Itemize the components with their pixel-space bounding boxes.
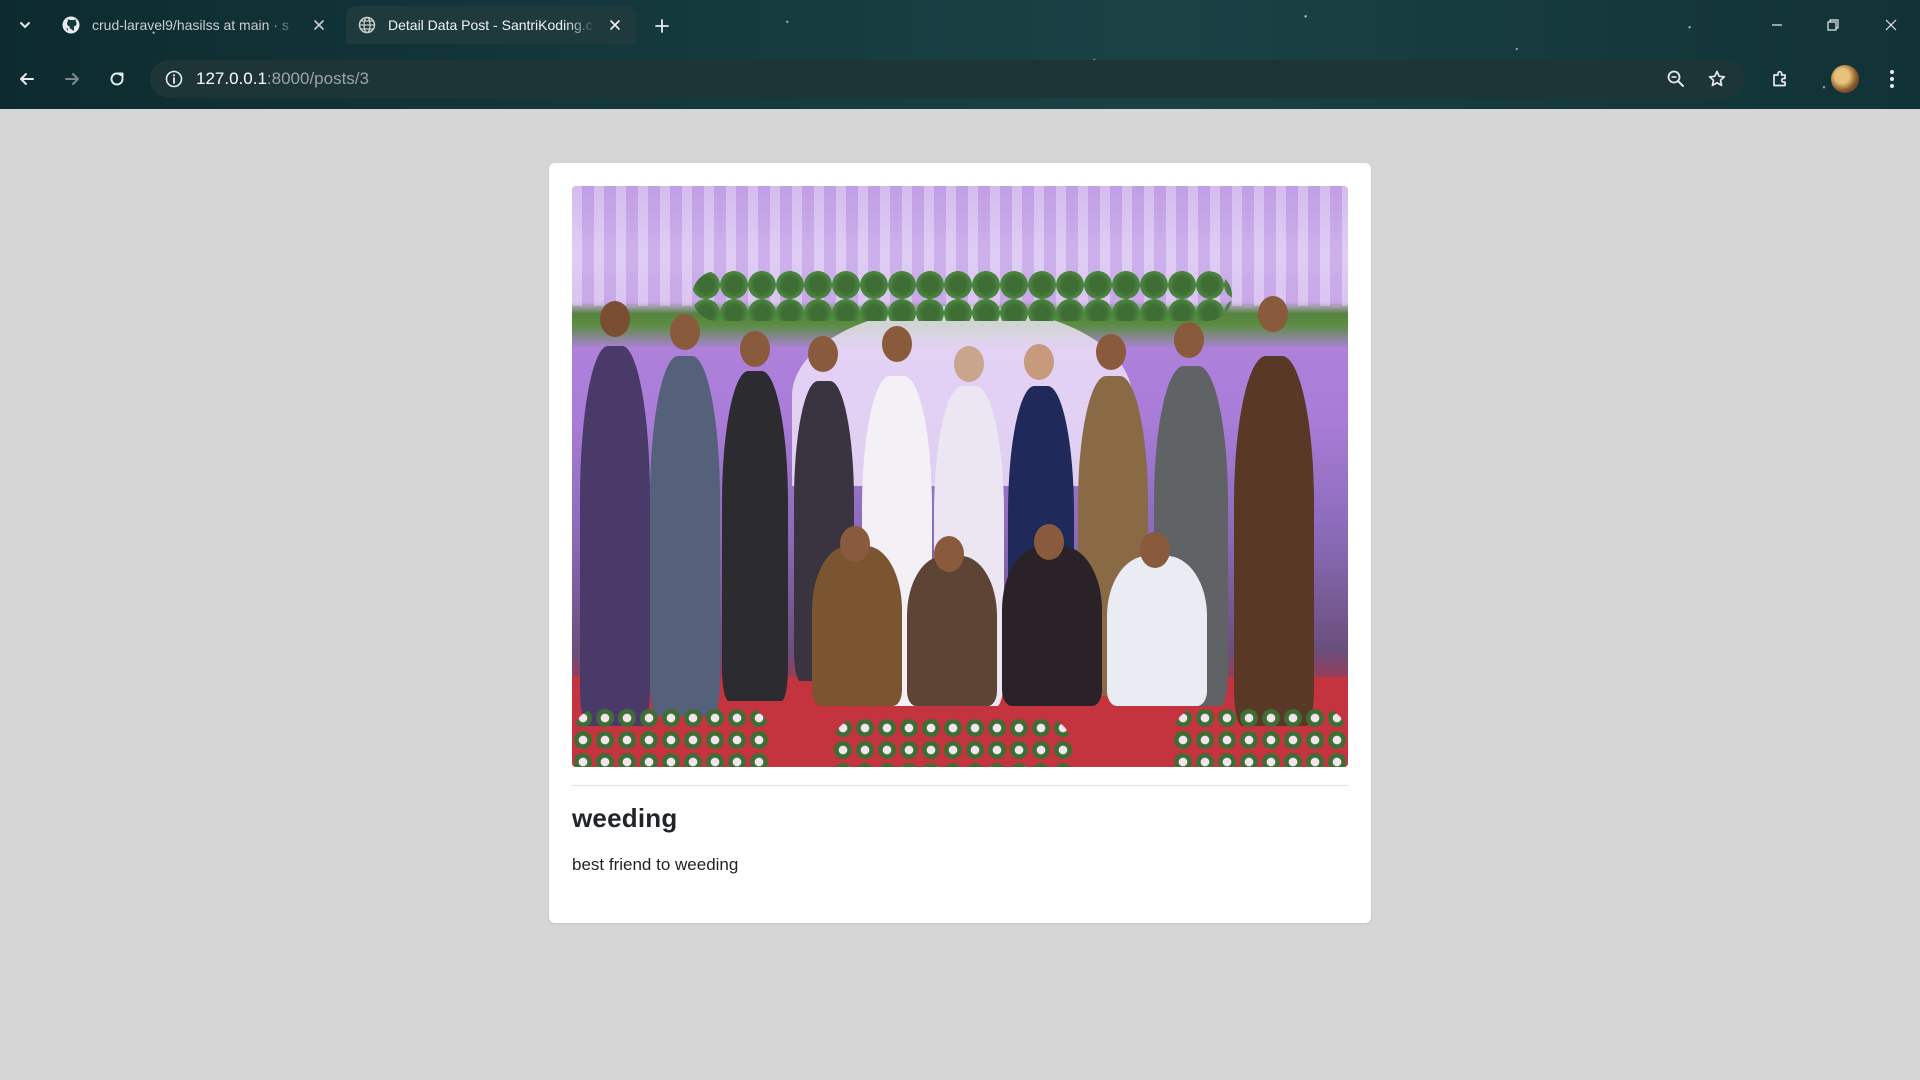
post-title: weeding [572,803,678,833]
minimize-button[interactable] [1762,10,1792,40]
browser-menu-button[interactable] [1878,63,1906,95]
image-head [882,326,912,362]
image-person [1002,546,1102,706]
image-person [812,546,902,706]
image-head [600,301,630,337]
image-person [650,356,720,716]
image-head [808,336,838,372]
image-flowers [832,717,1072,767]
image-flowers [1172,707,1348,767]
image-person [1107,556,1207,706]
image-head [1096,334,1126,370]
chevron-down-icon [20,22,30,29]
reload-icon [110,72,124,86]
restore-icon [1827,19,1839,31]
back-button[interactable] [11,63,43,95]
image-head [1034,524,1064,560]
tab-detail-post[interactable]: Detail Data Post - SantriKoding.c [346,6,636,44]
site-info-icon[interactable] [154,60,194,98]
image-head [740,331,770,367]
restore-button[interactable] [1818,10,1848,40]
image-person [722,371,788,701]
close-window-button[interactable] [1876,10,1906,40]
arrow-right-icon [65,73,79,85]
image-person [907,556,997,706]
address-bar[interactable]: 127.0.0.1:8000/posts/3 [150,60,1745,98]
url-host: 127.0.0.1 [196,69,267,88]
url-text: 127.0.0.1:8000/posts/3 [196,69,369,89]
image-flowers [572,707,772,767]
globe-icon [358,16,376,34]
new-tab-button[interactable] [650,14,674,38]
image-head [840,526,870,562]
image-head [1140,532,1170,568]
tab-title: crud-laravel9/hasilss at main · s [92,17,289,33]
reload-button[interactable] [101,63,133,95]
browser-toolbar: 127.0.0.1:8000/posts/3 [0,56,1920,102]
bookmark-star-icon[interactable] [1702,64,1732,94]
image-person [1234,356,1314,726]
image-head [1174,322,1204,358]
post-card: weeding best friend to weeding [549,163,1371,923]
browser-chrome: crud-laravel9/hasilss at main · s Detail… [0,0,1920,109]
close-icon[interactable] [606,16,624,34]
forward-button[interactable] [56,63,88,95]
image-head [1024,344,1054,380]
content-divider [572,785,1348,786]
image-head [954,346,984,382]
tab-strip: crud-laravel9/hasilss at main · s Detail… [0,0,1920,50]
post-image [572,186,1348,767]
zoom-icon[interactable] [1661,64,1691,94]
image-garland [692,271,1232,321]
image-head [934,536,964,572]
profile-avatar[interactable] [1831,65,1859,93]
extensions-button[interactable] [1764,63,1796,95]
image-head [1258,296,1288,332]
post-content: best friend to weeding [572,855,739,874]
page-content: weeding best friend to weeding [0,109,1920,1080]
tab-title: Detail Data Post - SantriKoding.c [388,17,593,33]
puzzle-icon [1773,70,1786,87]
arrow-left-icon [20,73,34,85]
close-icon [1885,19,1897,31]
tab-search-button[interactable] [10,12,40,38]
close-icon[interactable] [310,16,328,34]
minimize-icon [1772,24,1782,26]
image-head [670,314,700,350]
tab-github[interactable]: crud-laravel9/hasilss at main · s [50,6,340,44]
image-person [580,346,650,726]
more-vertical-icon [1890,70,1894,88]
plus-icon [655,19,669,33]
github-icon [62,16,80,34]
url-path: :8000/posts/3 [266,69,369,88]
